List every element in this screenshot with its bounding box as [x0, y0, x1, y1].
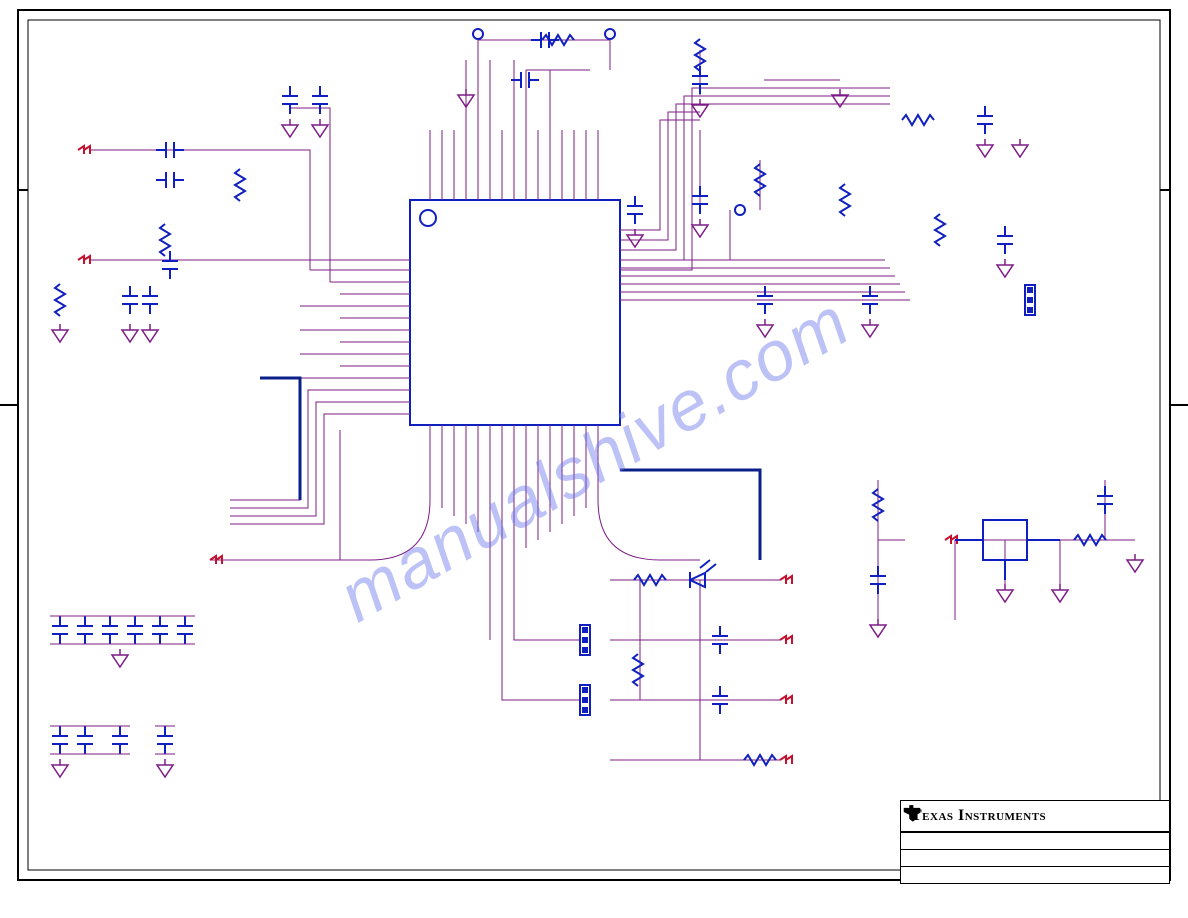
- ti-logo-icon: [901, 801, 923, 823]
- chip-top-pins: [430, 40, 598, 200]
- chip-bottom-fan: [340, 425, 700, 700]
- schematic-canvas: [0, 0, 1188, 918]
- net-ports: [78, 146, 957, 764]
- titleblock-row-doc: [901, 849, 1169, 866]
- led-icon: [690, 560, 716, 588]
- ic-chip: [410, 200, 620, 425]
- titleblock-row-title: [901, 832, 1169, 849]
- regulator-block: [955, 520, 1060, 580]
- bus-left-mid: [90, 108, 410, 366]
- brand-name: Texas Instruments: [911, 807, 1046, 825]
- capacitors: [52, 32, 1113, 754]
- titleblock-row-sheet: [901, 866, 1169, 883]
- headers: [580, 285, 1035, 715]
- brand-row: Texas Instruments: [901, 801, 1169, 832]
- title-block: Texas Instruments: [900, 800, 1170, 884]
- bus-left-lower: [210, 378, 410, 560]
